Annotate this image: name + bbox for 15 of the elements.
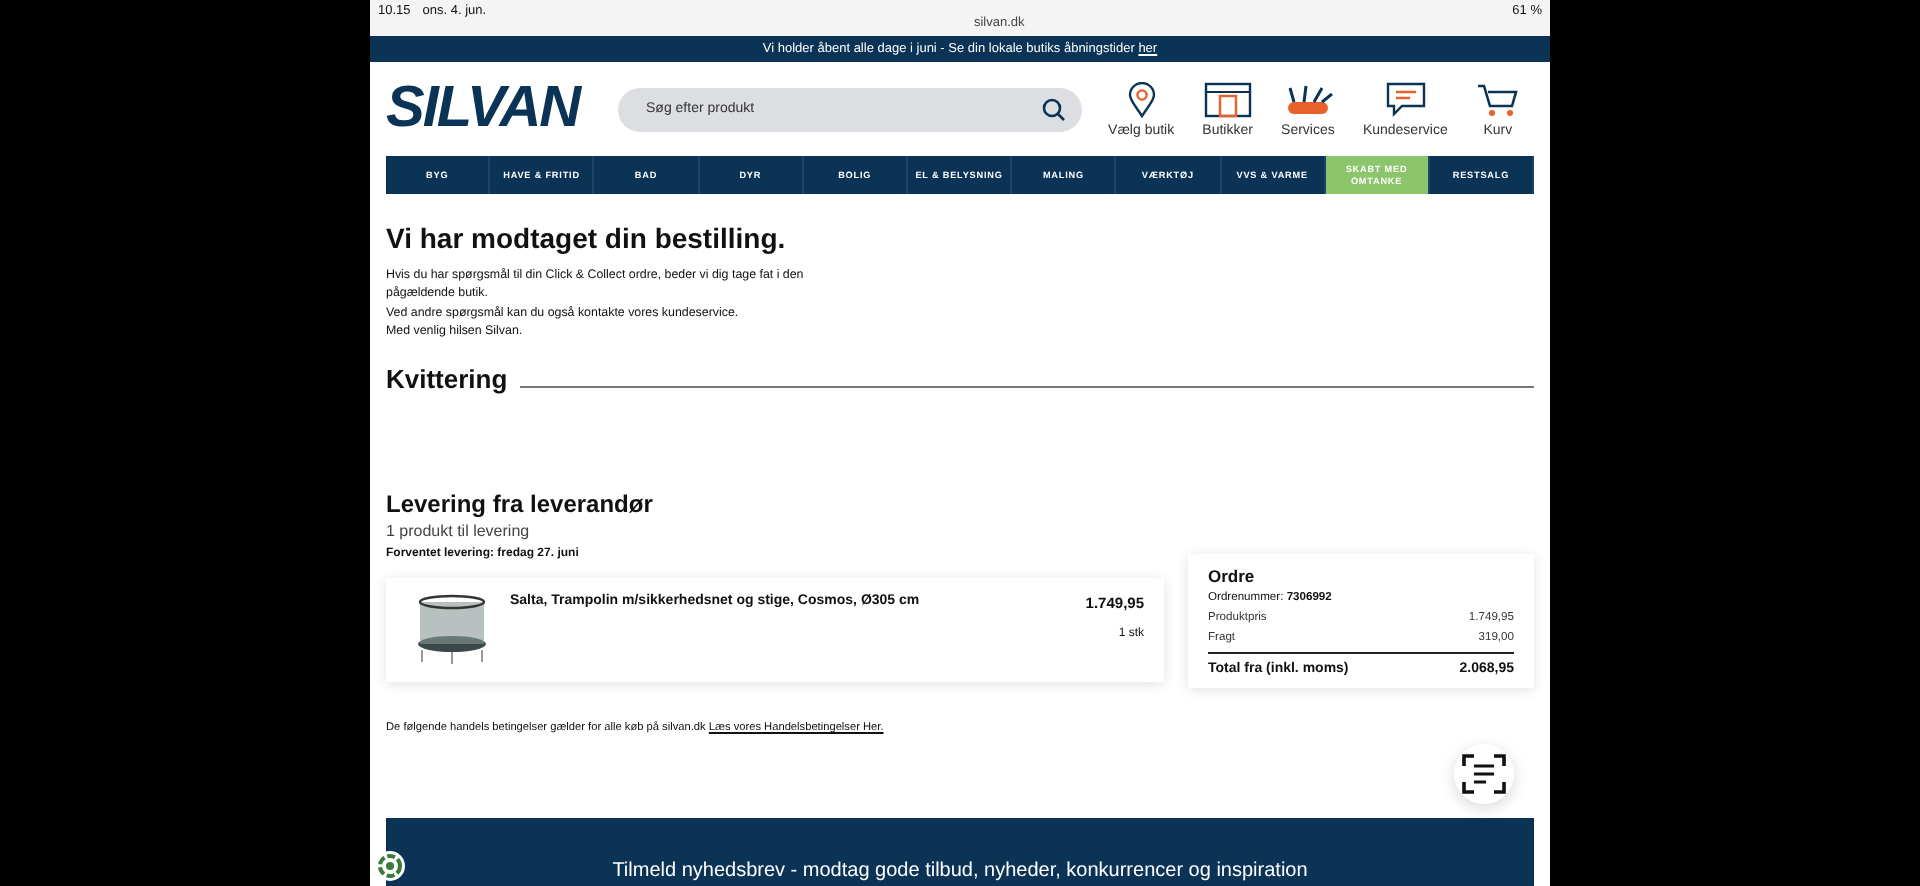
- chat-icon: [1385, 81, 1426, 117]
- logo[interactable]: SILVAN: [386, 76, 618, 142]
- store-icon: [1203, 81, 1252, 117]
- text-scan-icon: [1462, 752, 1506, 796]
- delivery-heading: Levering fra leverandør: [386, 490, 655, 519]
- search-icon[interactable]: [1042, 97, 1066, 121]
- newsletter-text: Tilmeld nyhedsbrev - modtag gode tilbud, nyheder, konkurrencer og inspiration: [612, 860, 1308, 882]
- cart-icon: [1475, 81, 1520, 117]
- text-scan-button[interactable]: [1454, 744, 1514, 804]
- product-count: 1 produkt til levering: [386, 522, 532, 541]
- certification-badge-icon[interactable]: [374, 850, 406, 882]
- receipt-heading: Kvittering: [386, 364, 508, 395]
- confirmation-heading: Vi har modtaget din bestilling.: [386, 222, 788, 254]
- location-pin-icon: [1123, 81, 1160, 117]
- order-title: Ordre: [1208, 566, 1257, 587]
